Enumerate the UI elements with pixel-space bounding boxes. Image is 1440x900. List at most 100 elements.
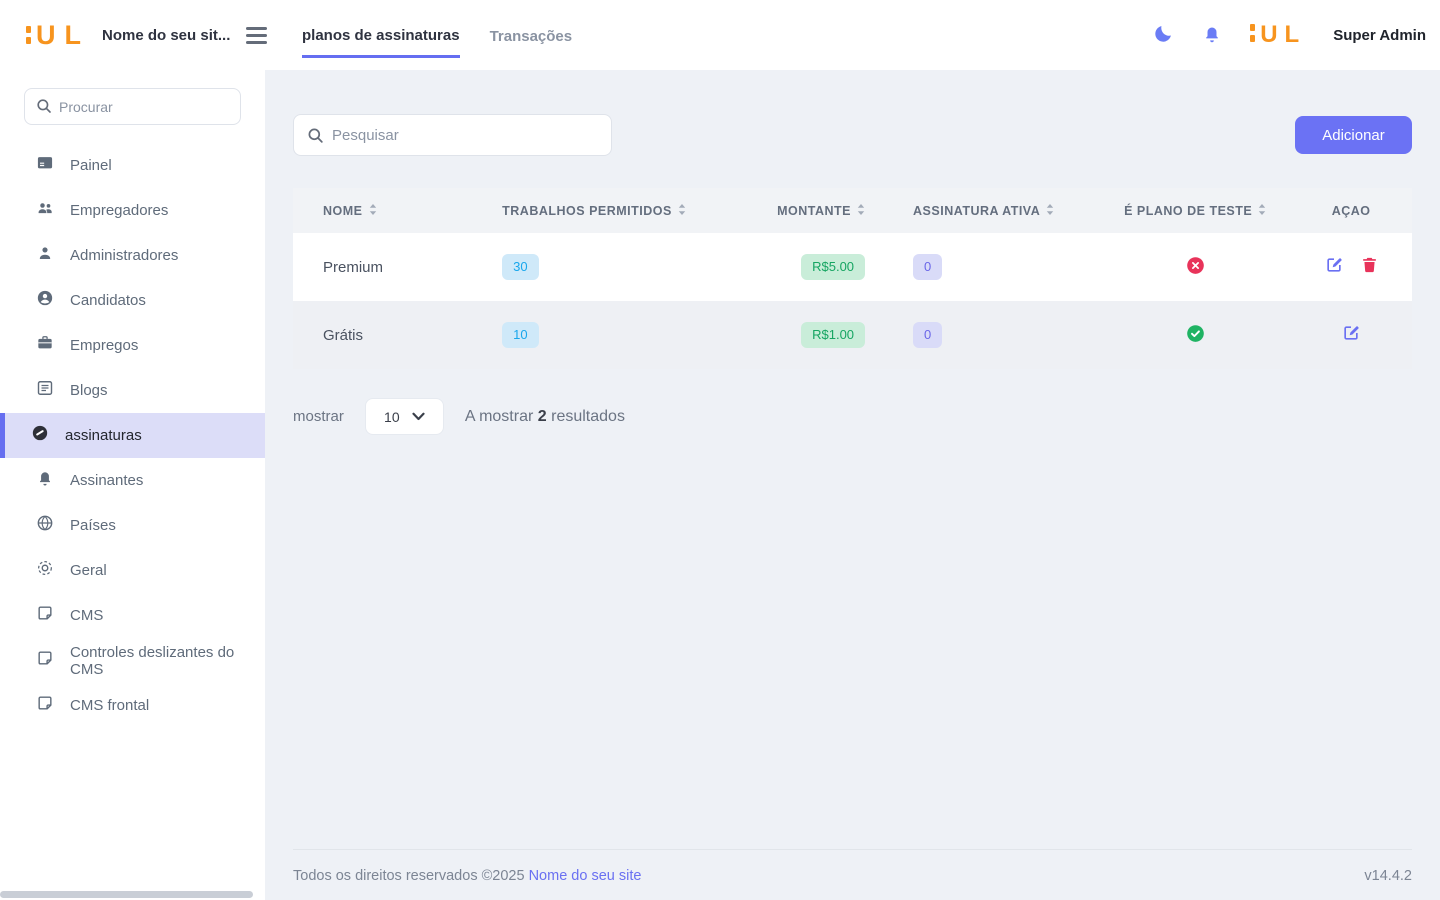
sidebar-item-empregadores[interactable]: Empregadores xyxy=(0,188,265,233)
copyright-text: Todos os direitos reservados ©2025 Nome … xyxy=(293,868,641,884)
header-right: UL Super Admin xyxy=(1152,23,1440,48)
sidebar-item-cms[interactable]: CMS xyxy=(0,593,265,638)
actions-cell xyxy=(1290,301,1412,369)
jobs-allowed-cell: 10 xyxy=(478,301,744,369)
sidebar-item-geral[interactable]: Geral xyxy=(0,548,265,593)
cross-circle-icon xyxy=(1185,263,1206,280)
logo-text: UL xyxy=(1260,23,1306,47)
table-search xyxy=(293,114,612,156)
results-count: 2 xyxy=(538,408,547,425)
briefcase-icon xyxy=(35,333,55,358)
menu-toggle-button[interactable] xyxy=(242,23,271,48)
sidebar-item-assinantes[interactable]: Assinantes xyxy=(0,458,265,503)
logo-text: UL xyxy=(36,22,90,49)
actions-cell xyxy=(1290,233,1412,301)
sort-icon xyxy=(1258,203,1266,219)
sidebar-item-cms-frontal[interactable]: CMS frontal xyxy=(0,683,265,728)
person-icon xyxy=(35,243,55,268)
sidebar-horizontal-scrollbar[interactable] xyxy=(0,891,253,898)
mostrar-label: mostrar xyxy=(293,408,344,425)
plans-table: NOME TRABALHOS PERMITIDOS MONTANTE ASSIN… xyxy=(293,188,1412,369)
top-header: UL Nome do seu sit... planos de assinatu… xyxy=(0,0,1440,70)
bell-icon xyxy=(1201,23,1223,48)
tab-planos-de-assinaturas[interactable]: planos de assinaturas xyxy=(302,13,460,58)
column-header-montante[interactable]: MONTANTE xyxy=(744,188,889,233)
amount-badge: R$5.00 xyxy=(801,254,865,280)
main-content: Adicionar NOME TRABALHOS PERMITIDOS MONT… xyxy=(265,70,1440,900)
account-circle-icon xyxy=(35,288,55,313)
user-name[interactable]: Super Admin xyxy=(1333,27,1426,44)
active-subscriptions-cell: 0 xyxy=(889,301,1100,369)
jobs-allowed-cell: 30 xyxy=(478,233,744,301)
version-label: v14.4.2 xyxy=(1364,868,1412,884)
plan-name-cell: Grátis xyxy=(293,301,478,369)
dashboard-icon xyxy=(35,153,55,178)
amount-cell: R$5.00 xyxy=(744,233,889,301)
page-icon xyxy=(35,648,55,673)
jobs-allowed-badge: 10 xyxy=(502,322,538,348)
sidebar-item-paises[interactable]: Países xyxy=(0,503,265,548)
check-circle-icon xyxy=(1185,331,1206,348)
jobs-allowed-badge: 30 xyxy=(502,254,538,280)
dark-mode-toggle[interactable] xyxy=(1152,23,1174,48)
tab-transacoes[interactable]: Transações xyxy=(490,14,573,56)
active-subscriptions-cell: 0 xyxy=(889,233,1100,301)
page-icon xyxy=(35,603,55,628)
table-search-input[interactable] xyxy=(293,114,612,156)
edit-button[interactable] xyxy=(1324,255,1344,278)
globe-icon xyxy=(35,513,55,538)
delete-button[interactable] xyxy=(1360,255,1379,278)
sidebar-item-assinaturas[interactable]: assinaturas xyxy=(0,413,265,458)
sidebar-item-controles-deslizantes-do-cms[interactable]: Controles deslizantes do CMS xyxy=(0,638,265,683)
site-link[interactable]: Nome do seu site xyxy=(529,868,642,884)
sidebar-item-painel[interactable]: Painel xyxy=(0,143,265,188)
site-name: Nome do seu sit... xyxy=(102,27,230,44)
table-toolbar: Adicionar xyxy=(293,114,1412,156)
table-row: Premium 30 R$5.00 0 xyxy=(293,233,1412,301)
app-logo[interactable]: UL xyxy=(26,22,90,49)
page-icon xyxy=(35,693,55,718)
sidebar-search-input[interactable] xyxy=(24,88,241,125)
column-header-assinatura-ativa[interactable]: ASSINATURA ATIVA xyxy=(889,188,1100,233)
trash-icon xyxy=(1360,255,1379,278)
active-subscriptions-badge: 0 xyxy=(913,254,942,280)
subscriptions-icon xyxy=(30,423,50,448)
moon-icon xyxy=(1152,23,1174,48)
sidebar-item-blogs[interactable]: Blogs xyxy=(0,368,265,413)
per-page-value: 10 xyxy=(384,409,400,425)
per-page-select[interactable]: 10 xyxy=(365,398,444,435)
bell-icon xyxy=(35,468,55,493)
edit-button[interactable] xyxy=(1341,323,1361,346)
is-test-plan-cell xyxy=(1100,233,1290,301)
add-button[interactable]: Adicionar xyxy=(1295,116,1412,154)
sidebar-item-candidatos[interactable]: Candidatos xyxy=(0,278,265,323)
amount-cell: R$1.00 xyxy=(744,301,889,369)
column-header-acao: AÇAO xyxy=(1290,188,1412,233)
sidebar: Painel Empregadores Administradores Cand… xyxy=(0,70,265,900)
amount-badge: R$1.00 xyxy=(801,322,865,348)
top-nav: planos de assinaturas Transações xyxy=(302,0,572,70)
footer: Todos os direitos reservados ©2025 Nome … xyxy=(293,849,1412,884)
settings-icon xyxy=(35,558,55,583)
sidebar-item-empregos[interactable]: Empregos xyxy=(0,323,265,368)
people-icon xyxy=(35,198,55,223)
column-header-e-plano-de-teste[interactable]: É PLANO DE TESTE xyxy=(1100,188,1290,233)
brand-area: UL Nome do seu sit... xyxy=(0,22,265,49)
sort-icon xyxy=(369,203,377,219)
sort-icon xyxy=(857,203,865,219)
logo-dots-icon xyxy=(26,26,31,49)
sort-icon xyxy=(1046,203,1054,219)
is-test-plan-cell xyxy=(1100,301,1290,369)
table-row: Grátis 10 R$1.00 0 xyxy=(293,301,1412,369)
app-root: UL Nome do seu sit... planos de assinatu… xyxy=(0,0,1440,900)
sidebar-search xyxy=(24,88,241,125)
notifications-button[interactable] xyxy=(1201,23,1223,48)
search-icon xyxy=(306,126,325,150)
logo-dots-icon xyxy=(1250,24,1255,47)
sidebar-item-administradores[interactable]: Administradores xyxy=(0,233,265,278)
plan-name-cell: Premium xyxy=(293,233,478,301)
sort-icon xyxy=(678,203,686,219)
column-header-trabalhos-permitidos[interactable]: TRABALHOS PERMITIDOS xyxy=(478,188,744,233)
header-user-logo: UL xyxy=(1250,23,1306,47)
column-header-nome[interactable]: NOME xyxy=(293,188,478,233)
